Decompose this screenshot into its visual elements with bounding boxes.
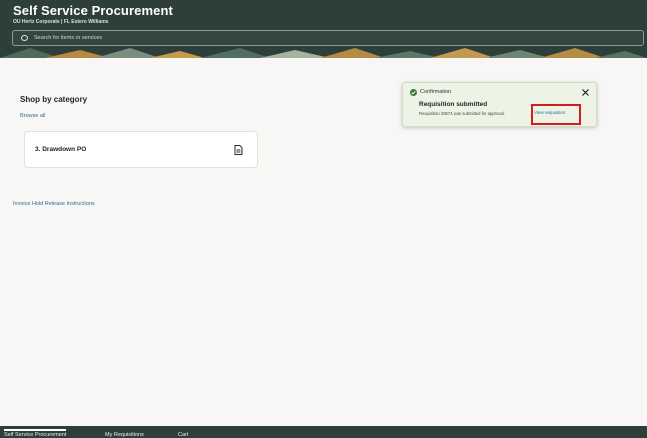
tab-self-service-procurement[interactable]: Self Service Procurement (4, 429, 67, 438)
highlight-annotation-box (531, 104, 581, 125)
bottom-tab-bar: Self Service Procurement My Requisitions… (0, 426, 647, 438)
close-icon[interactable] (581, 88, 590, 97)
document-icon (234, 145, 243, 155)
invoice-hold-release-instructions-link[interactable]: Invoice Hold Release Instructions (13, 201, 95, 207)
app-title: Self Service Procurement (13, 3, 173, 18)
browse-all-link[interactable]: Browse all (20, 113, 45, 119)
tab-my-requisitions[interactable]: My Requisitions (105, 432, 144, 438)
search-bar[interactable] (12, 30, 644, 46)
search-input[interactable] (34, 32, 634, 44)
confirmation-toast: Confirmation Requisition submitted Requi… (402, 82, 597, 127)
tab-cart[interactable]: Cart (178, 432, 188, 438)
header-decorative-pattern (0, 48, 647, 58)
toast-type-label: Confirmation (420, 89, 452, 95)
search-icon (21, 35, 28, 41)
toast-title: Requisition submitted (419, 101, 488, 108)
shop-by-category-heading: Shop by category (20, 95, 88, 104)
category-card-label: 3. Drawdown PO (35, 146, 87, 153)
business-unit-subtitle: OU Hertz Corporate | FL Estero Williams (13, 19, 109, 25)
app-header: Self Service Procurement OU Hertz Corpor… (0, 0, 647, 58)
toast-message: Requisition 28574 was submitted for appr… (419, 111, 505, 116)
success-check-icon (410, 89, 417, 96)
category-card-drawdown-po[interactable]: 3. Drawdown PO (24, 131, 258, 168)
